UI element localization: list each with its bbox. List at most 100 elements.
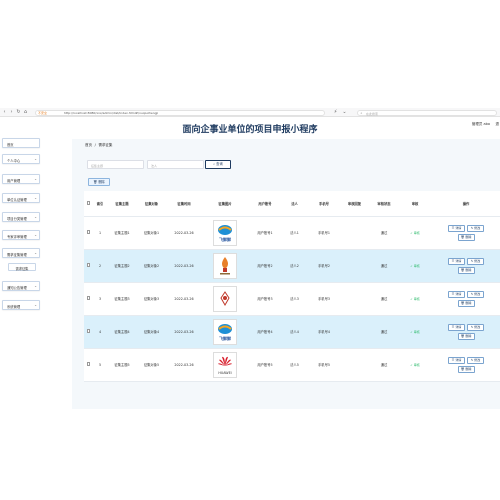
audit-status[interactable]: ✓ 审核 bbox=[410, 297, 419, 301]
edit-button[interactable]: ✎ 修改 bbox=[467, 356, 484, 364]
company-logo[interactable]: HUAWEI bbox=[213, 351, 237, 378]
corp-filter-input[interactable]: 法人 bbox=[147, 160, 204, 169]
column-header[interactable]: 审核状态 bbox=[368, 191, 400, 217]
edit-button[interactable]: ✎ 修改 bbox=[467, 290, 484, 298]
row-checkbox[interactable] bbox=[84, 216, 93, 250]
edit-button[interactable]: ✎ 修改 bbox=[467, 224, 484, 232]
sidebar-item-review[interactable]: 专家评审管理 ⌄ bbox=[2, 230, 40, 240]
table-row[interactable]: 4 征集主题4 征集对象4 2022-03-26 飞鲜鲜 用户账号4 法人4 手机号4 通过 ✓ … bbox=[84, 315, 500, 349]
detail-button[interactable]: ☰ 详情 bbox=[448, 356, 465, 364]
search-placeholder: 在此搜索 bbox=[366, 111, 379, 116]
delete-button[interactable]: 🗑 删除 bbox=[457, 233, 475, 241]
column-header[interactable]: 征集主题 bbox=[107, 191, 137, 217]
cell-account: 用户账号2 bbox=[248, 249, 282, 283]
batch-delete-button[interactable]: 🗑 删除 bbox=[88, 178, 110, 186]
address-bar[interactable]: 不安全 http://localhost:8080/xxx/admin/dist… bbox=[35, 109, 325, 116]
edit-label: 修改 bbox=[474, 357, 481, 362]
breadcrumb-home[interactable]: 首页 bbox=[85, 143, 92, 147]
row-checkbox[interactable] bbox=[84, 282, 93, 316]
cell-phone: 手机号1 bbox=[307, 216, 341, 250]
cell-actions: ☰ 详情 ✎ 修改 🗑 删除 bbox=[430, 315, 500, 349]
sidebar-item-notice[interactable]: 通知公告管理 ⌄ bbox=[2, 281, 40, 291]
cell-image[interactable]: 飞鲜鲜 bbox=[202, 216, 248, 250]
audit-status[interactable]: ✓ 审核 bbox=[410, 231, 419, 235]
column-header[interactable]: 征集时间 bbox=[166, 191, 202, 217]
delete-button[interactable]: 🗑 删除 bbox=[457, 266, 475, 274]
delete-button[interactable]: 🗑 删除 bbox=[457, 365, 475, 373]
logo-text: 飞鲜鲜 bbox=[219, 236, 231, 242]
table-row[interactable]: 5 征集主题5 征集对象5 2022-03-26 HUAWEI 用户账号5 法人5 手机号5 通… bbox=[84, 348, 500, 382]
forward-icon[interactable]: › bbox=[9, 110, 14, 115]
cell-corp: 法人3 bbox=[282, 282, 307, 316]
cell-image[interactable] bbox=[202, 249, 248, 283]
breadcrumb-separator: / bbox=[94, 143, 96, 147]
cell-index: 3 bbox=[93, 282, 107, 316]
select-all-checkbox[interactable] bbox=[84, 191, 93, 217]
sidebar-item-users[interactable]: 用户管理 ⌄ bbox=[2, 174, 40, 184]
cell-image[interactable] bbox=[202, 282, 248, 316]
query-button[interactable]: ⌕ 查询 bbox=[205, 160, 231, 169]
audit-status[interactable]: ✓ 审核 bbox=[410, 330, 419, 334]
column-header[interactable]: 征集图片 bbox=[202, 191, 248, 217]
detail-button[interactable]: ☰ 详情 bbox=[448, 290, 465, 298]
audit-label: 审核 bbox=[413, 296, 420, 301]
cell-status: 通过 bbox=[368, 282, 400, 316]
row-checkbox[interactable] bbox=[84, 249, 93, 283]
browser-search[interactable]: ⌕ 在此搜索 bbox=[357, 109, 497, 116]
back-icon[interactable]: ‹ bbox=[2, 110, 7, 115]
sidebar-item-personal[interactable]: 个人中心 ⌄ bbox=[2, 154, 40, 164]
delete-button[interactable]: 🗑 删除 bbox=[457, 332, 475, 340]
column-header[interactable]: 用户账号 bbox=[248, 191, 282, 217]
cell-index: 5 bbox=[93, 348, 107, 382]
detail-button[interactable]: ☰ 详情 bbox=[448, 323, 465, 331]
company-logo[interactable]: 飞鲜鲜 bbox=[213, 219, 237, 246]
column-header[interactable]: 法人 bbox=[282, 191, 307, 217]
sidebar-item-category[interactable]: 项目分类管理 ⌄ bbox=[2, 212, 40, 222]
dropdown-icon[interactable]: ⌄ bbox=[342, 110, 347, 115]
insecure-label: 不安全 bbox=[38, 111, 48, 115]
table-header-row: 索引 征集主题 征集对象 征集时间 征集图片 用户账号 法人 手机号 审核回复 … bbox=[84, 191, 500, 217]
cell-status: 通过 bbox=[368, 249, 400, 283]
reload-icon[interactable]: ↻ bbox=[16, 110, 21, 115]
sidebar-item-label: 项目分类管理 bbox=[7, 216, 27, 221]
row-checkbox[interactable] bbox=[84, 315, 93, 349]
table-row[interactable]: 3 征集主题3 征集对象3 2022-03-26 用户账号3 法人3 手机号3 通过 ✓ 审核 ☰… bbox=[84, 282, 500, 316]
sidebar-subitem-demand[interactable]: 需求征集 bbox=[8, 263, 36, 271]
company-logo[interactable] bbox=[213, 285, 237, 312]
edit-button[interactable]: ✎ 修改 bbox=[467, 257, 484, 265]
logout-link[interactable]: 退 bbox=[496, 122, 500, 127]
row-checkbox[interactable] bbox=[84, 348, 93, 382]
query-label: 查询 bbox=[216, 162, 223, 166]
column-header[interactable]: 手机号 bbox=[307, 191, 341, 217]
chevron-down-icon: ⌄ bbox=[34, 215, 37, 220]
audit-status[interactable]: ✓ 审核 bbox=[410, 264, 419, 268]
sidebar-item-demand-mgmt[interactable]: 需求征集管理 ⌄ bbox=[2, 248, 40, 258]
topic-filter-input[interactable]: 征集主题 bbox=[87, 160, 144, 169]
column-header[interactable]: 审核 bbox=[400, 191, 430, 217]
company-logo[interactable]: 飞鲜鲜 bbox=[213, 318, 237, 345]
table-row[interactable]: 1 征集主题1 征集对象1 2022-03-26 飞鲜鲜 用户账号1 法人1 手机号1 通过 ✓ … bbox=[84, 216, 500, 250]
cell-phone: 手机号4 bbox=[307, 315, 341, 349]
cell-index: 4 bbox=[93, 315, 107, 349]
detail-button[interactable]: ☰ 详情 bbox=[448, 224, 465, 232]
cell-corp: 法人4 bbox=[282, 315, 307, 349]
cell-image[interactable]: 飞鲜鲜 bbox=[202, 315, 248, 349]
audit-status[interactable]: ✓ 审核 bbox=[410, 363, 419, 367]
column-header[interactable]: 征集对象 bbox=[137, 191, 166, 217]
cell-image[interactable]: HUAWEI bbox=[202, 348, 248, 382]
home-icon[interactable]: ⌂ bbox=[23, 110, 28, 115]
cell-reply bbox=[341, 348, 368, 382]
edit-label: 修改 bbox=[474, 225, 481, 230]
company-logo[interactable] bbox=[213, 252, 237, 279]
sidebar-item-system[interactable]: 系统管理 ⌄ bbox=[2, 300, 40, 310]
detail-button[interactable]: ☰ 详情 bbox=[448, 257, 465, 265]
edit-button[interactable]: ✎ 修改 bbox=[467, 323, 484, 331]
lightning-icon[interactable]: ⚡ bbox=[333, 110, 338, 115]
column-header[interactable]: 审核回复 bbox=[341, 191, 368, 217]
detail-label: 详情 bbox=[455, 225, 462, 230]
sidebar-item-unit-auth[interactable]: 单位认证管理 ⌄ bbox=[2, 193, 40, 203]
delete-button[interactable]: 🗑 删除 bbox=[457, 299, 475, 307]
sidebar-item-home[interactable]: 首页 bbox=[2, 138, 40, 148]
table-row[interactable]: 2 征集主题2 征集对象2 2022-03-26 用户账号2 法人2 手机号2 通过 ✓ 审核 ☰… bbox=[84, 249, 500, 283]
cell-index: 1 bbox=[93, 216, 107, 250]
